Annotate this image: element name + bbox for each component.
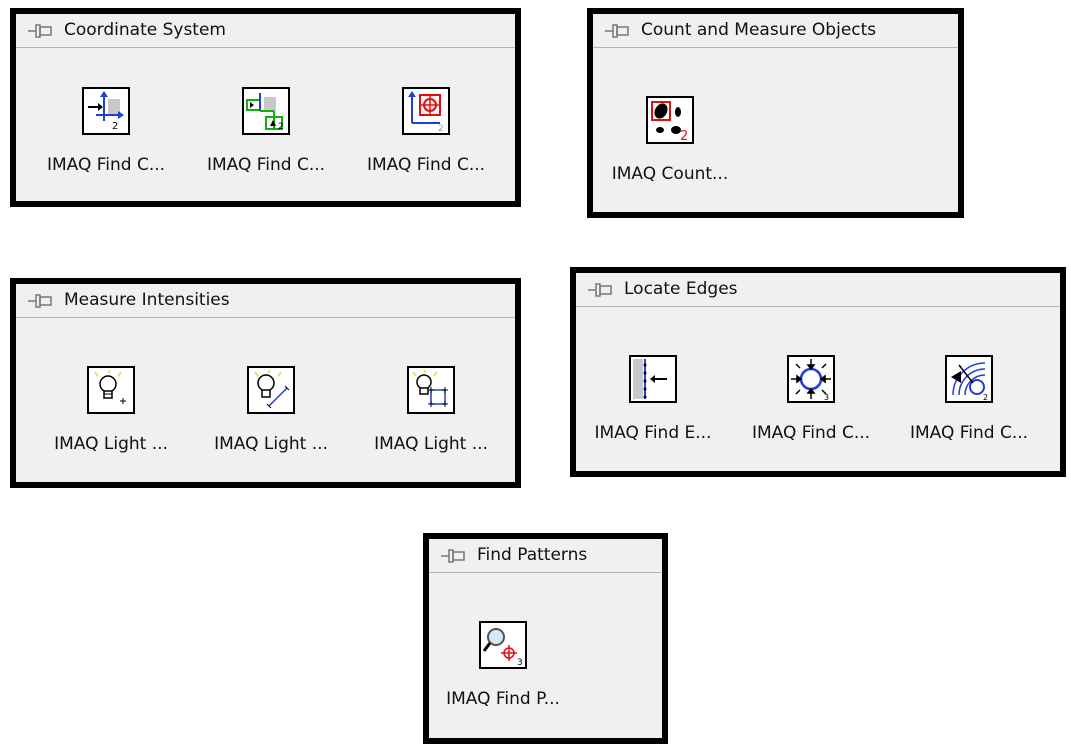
vi-label: IMAQ Find C... bbox=[751, 423, 871, 443]
svg-text:2: 2 bbox=[983, 393, 988, 401]
vi-label: IMAQ Find E... bbox=[594, 423, 712, 443]
coordinate-system-from-two-edges-icon: 2 bbox=[242, 87, 290, 135]
find-circular-edge-icon: 3 bbox=[787, 355, 835, 403]
vi-item[interactable]: 2 IMAQ Find C... bbox=[341, 87, 511, 197]
palette-coordinate-system: Coordinate System 2 IMAQ Find C... 2 IMA… bbox=[10, 8, 521, 207]
vi-label: IMAQ Find C... bbox=[206, 155, 326, 175]
vi-label: IMAQ Find C... bbox=[909, 423, 1029, 443]
pin-icon[interactable] bbox=[26, 22, 54, 40]
find-pattern-icon: 3 bbox=[479, 621, 527, 669]
vi-label: IMAQ Light ... bbox=[54, 434, 168, 454]
vi-label: IMAQ Find C... bbox=[366, 155, 486, 175]
vi-label: IMAQ Light ... bbox=[374, 434, 488, 454]
palette-locate-edges: Locate Edges IMAQ Find E... 3 IMAQ Find … bbox=[570, 267, 1066, 477]
pin-icon[interactable] bbox=[586, 281, 614, 299]
vi-item[interactable]: 2 IMAQ Find C... bbox=[21, 87, 191, 197]
palette-header: Locate Edges bbox=[576, 273, 1060, 307]
svg-text:3: 3 bbox=[517, 658, 523, 667]
vi-item[interactable]: IMAQ Light ... bbox=[346, 366, 516, 476]
svg-text:2: 2 bbox=[438, 124, 444, 133]
coordinate-system-from-edges-icon: 2 bbox=[82, 87, 130, 135]
palette-title: Count and Measure Objects bbox=[641, 20, 877, 40]
vi-item[interactable]: IMAQ Light ... bbox=[26, 366, 196, 476]
svg-text:3: 3 bbox=[824, 393, 829, 401]
vi-item[interactable]: IMAQ Light ... bbox=[186, 366, 356, 476]
vi-item[interactable]: 3 IMAQ Find P... bbox=[418, 621, 588, 731]
vi-item[interactable]: 2 IMAQ Find C... bbox=[181, 87, 351, 197]
light-meter-rectangle-icon bbox=[407, 366, 455, 414]
light-meter-line-icon bbox=[247, 366, 295, 414]
svg-text:2: 2 bbox=[680, 129, 688, 142]
svg-text:2: 2 bbox=[278, 122, 284, 132]
palette-header: Count and Measure Objects bbox=[593, 14, 958, 48]
vi-item[interactable]: 2 IMAQ Count... bbox=[585, 96, 755, 206]
count-objects-icon: 2 bbox=[646, 96, 694, 144]
svg-text:2: 2 bbox=[112, 121, 118, 132]
palette-count-and-measure-objects: Count and Measure Objects 2 IMAQ Count..… bbox=[587, 8, 964, 218]
vi-label: IMAQ Light ... bbox=[214, 434, 328, 454]
palette-title: Find Patterns bbox=[477, 545, 588, 565]
palette-header: Coordinate System bbox=[16, 14, 515, 48]
palette-header: Measure Intensities bbox=[16, 284, 515, 318]
palette-measure-intensities: Measure Intensities IMAQ Light ... IMAQ … bbox=[10, 278, 521, 488]
light-meter-point-icon bbox=[87, 366, 135, 414]
palette-header: Find Patterns bbox=[429, 539, 662, 573]
pin-icon[interactable] bbox=[439, 547, 467, 565]
vi-item[interactable]: 2 IMAQ Find C... bbox=[884, 355, 1054, 465]
pin-icon[interactable] bbox=[26, 292, 54, 310]
vi-label: IMAQ Find P... bbox=[446, 689, 560, 709]
find-edge-icon bbox=[629, 355, 677, 403]
vi-item[interactable]: 3 IMAQ Find C... bbox=[726, 355, 896, 465]
vi-label: IMAQ Find C... bbox=[46, 155, 166, 175]
find-concentric-edge-icon: 2 bbox=[945, 355, 993, 403]
vi-item[interactable]: IMAQ Find E... bbox=[568, 355, 738, 465]
palette-title: Locate Edges bbox=[624, 279, 738, 299]
palette-find-patterns: Find Patterns 3 IMAQ Find P... bbox=[423, 533, 668, 744]
pin-icon[interactable] bbox=[603, 22, 631, 40]
palette-title: Measure Intensities bbox=[64, 290, 230, 310]
vi-label: IMAQ Count... bbox=[611, 164, 729, 184]
palette-title: Coordinate System bbox=[64, 20, 226, 40]
coordinate-system-from-pattern-icon: 2 bbox=[402, 87, 450, 135]
